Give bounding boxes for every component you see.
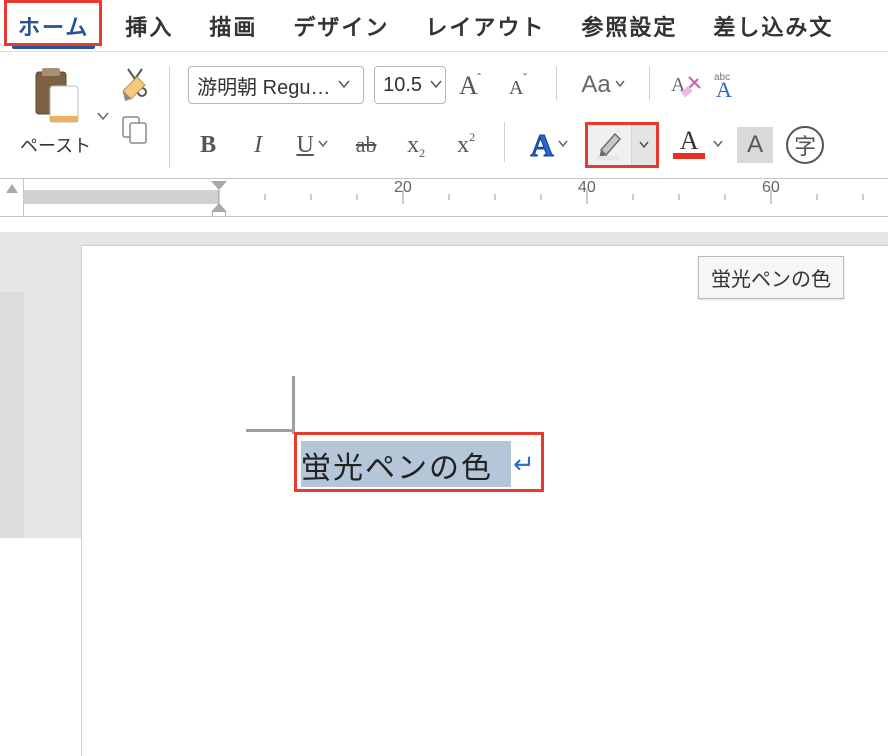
chevron-down-icon bbox=[615, 80, 625, 91]
format-painter-button[interactable] bbox=[119, 66, 151, 106]
shade-a: A bbox=[747, 131, 763, 159]
change-case-label: Aa bbox=[581, 71, 610, 99]
underline-label: U bbox=[296, 132, 313, 159]
ruler-vertical-marker bbox=[0, 179, 24, 216]
selection-callout: 蛍光ペンの色 ↵ bbox=[294, 432, 544, 492]
clipboard-group: ペースト bbox=[10, 66, 161, 168]
font-size-value: 10.5 bbox=[383, 74, 430, 97]
font-color-swatch bbox=[673, 153, 705, 159]
font-name-value: 游明朝 Regu… bbox=[197, 71, 338, 100]
separator bbox=[649, 66, 650, 100]
svg-text:ˇ: ˇ bbox=[523, 71, 527, 85]
tab-bar: ホーム 挿入 描画 デザイン レイアウト 参照設定 差し込み文 bbox=[0, 0, 888, 51]
copy-button[interactable] bbox=[119, 114, 151, 146]
text-effect-a: A bbox=[531, 127, 554, 164]
subscript-button[interactable]: x2 bbox=[396, 125, 436, 165]
margin-guide-horizontal bbox=[246, 429, 295, 432]
chevron-down-icon bbox=[430, 78, 442, 92]
svg-text:A: A bbox=[459, 71, 478, 100]
superscript-2: 2 bbox=[469, 130, 475, 145]
highlight-tooltip: 蛍光ペンの色 bbox=[698, 256, 844, 299]
enclose-label: 字 bbox=[794, 129, 816, 161]
font-color-a: A bbox=[680, 131, 699, 152]
strikethrough-button[interactable]: ab bbox=[346, 125, 386, 165]
svg-text:A: A bbox=[716, 77, 732, 100]
ruler-tick-marks bbox=[24, 190, 888, 204]
chevron-down-icon bbox=[338, 78, 350, 92]
character-shading-button[interactable]: A bbox=[735, 125, 775, 165]
font-name-combo[interactable]: 游明朝 Regu… bbox=[188, 66, 364, 104]
phonetic-guide-button[interactable]: abcA bbox=[714, 67, 750, 103]
underline-button[interactable]: U bbox=[288, 125, 336, 165]
ruler: 20 40 60 bbox=[0, 179, 888, 217]
grow-font-button[interactable]: Aˆ bbox=[456, 67, 492, 103]
chevron-down-icon bbox=[318, 140, 328, 151]
svg-text:A: A bbox=[509, 77, 524, 99]
change-case-button[interactable]: Aa bbox=[575, 67, 631, 103]
text-effects-button[interactable]: A bbox=[523, 125, 575, 165]
italic-label: I bbox=[254, 132, 262, 159]
svg-text:ˆ: ˆ bbox=[477, 71, 481, 85]
superscript-x: x bbox=[457, 132, 469, 159]
superscript-button[interactable]: x2 bbox=[446, 125, 486, 165]
tab-references[interactable]: 参照設定 bbox=[563, 0, 695, 50]
bold-button[interactable]: B bbox=[188, 125, 228, 165]
first-line-indent-marker[interactable] bbox=[211, 181, 227, 190]
tab-layout[interactable]: レイアウト bbox=[407, 0, 563, 50]
vertical-ruler-gutter bbox=[0, 292, 24, 538]
separator bbox=[169, 66, 170, 168]
left-indent-marker[interactable] bbox=[212, 211, 226, 216]
font-size-combo[interactable]: 10.5 bbox=[374, 66, 446, 104]
italic-button[interactable]: I bbox=[238, 125, 278, 165]
margin-guide-vertical bbox=[292, 376, 295, 434]
subscript-2: 2 bbox=[419, 146, 425, 161]
tab-mailings[interactable]: 差し込み文 bbox=[695, 0, 851, 50]
chevron-down-icon bbox=[558, 140, 568, 151]
clear-formatting-button[interactable]: A bbox=[668, 67, 704, 103]
highlight-pen-icon bbox=[588, 125, 632, 165]
separator bbox=[556, 66, 557, 100]
tab-insert[interactable]: 挿入 bbox=[107, 0, 191, 50]
font-group: 游明朝 Regu… 10.5 Aˆ Aˇ bbox=[178, 66, 835, 168]
clipboard-icon bbox=[28, 66, 84, 126]
paragraph-mark-icon: ↵ bbox=[513, 449, 535, 480]
subscript-x: x bbox=[407, 132, 419, 159]
paste-dropdown-icon[interactable] bbox=[97, 110, 109, 124]
tab-home[interactable]: ホーム bbox=[0, 0, 107, 50]
enclose-characters-button[interactable]: 字 bbox=[785, 125, 825, 165]
tab-design[interactable]: デザイン bbox=[275, 0, 407, 50]
paste-label: ペースト bbox=[20, 132, 91, 158]
ribbon: ペースト bbox=[0, 51, 888, 179]
chevron-down-icon bbox=[713, 140, 723, 151]
font-color-button[interactable]: A bbox=[669, 125, 725, 165]
highlight-dropdown[interactable] bbox=[632, 125, 656, 165]
bold-label: B bbox=[200, 132, 216, 159]
strike-label: ab bbox=[356, 132, 377, 158]
separator bbox=[504, 122, 505, 162]
highlight-color-button[interactable] bbox=[585, 122, 659, 168]
tab-draw[interactable]: 描画 bbox=[191, 0, 275, 50]
document-page[interactable]: 蛍光ペンの色 ↵ bbox=[82, 246, 888, 756]
paste-button[interactable]: ペースト bbox=[20, 66, 91, 158]
shrink-font-button[interactable]: Aˇ bbox=[502, 67, 538, 103]
selected-text[interactable]: 蛍光ペンの色 bbox=[301, 443, 493, 487]
